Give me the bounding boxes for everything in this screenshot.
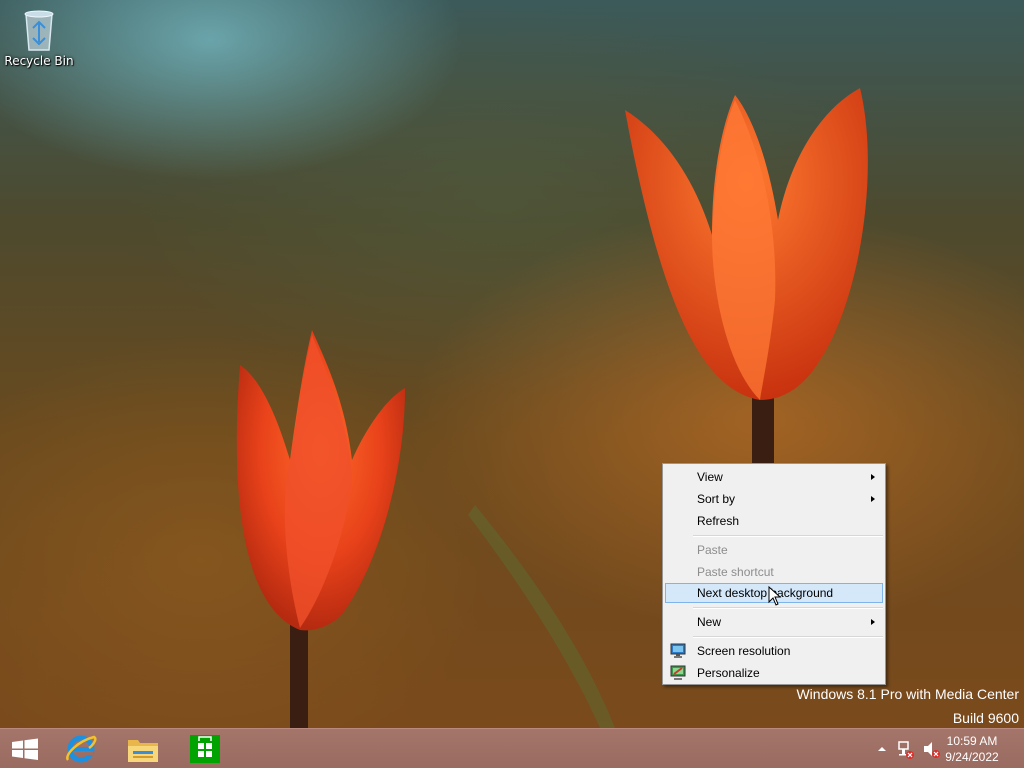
clock-time: 10:59 AM (946, 734, 998, 748)
store-button[interactable] (180, 729, 230, 769)
menu-separator (693, 607, 883, 609)
show-hidden-icons-icon (878, 747, 886, 751)
display-icon (670, 643, 686, 658)
clock[interactable]: 10:59 AM 9/24/2022 (932, 733, 1012, 765)
menu-separator (693, 535, 883, 537)
menu-item-new-label: New (697, 615, 722, 629)
menu-item-paste-shortcut-label: Paste shortcut (697, 565, 774, 579)
menu-item-paste[interactable]: Paste (665, 540, 883, 560)
recycle-bin-icon (24, 10, 54, 51)
menu-separator (693, 636, 883, 638)
desktop[interactable]: Recycle Bin Windows 8.1 Pro with Media C… (0, 0, 1024, 728)
show-hidden-icons-button[interactable] (872, 729, 892, 769)
file-explorer-button[interactable] (118, 729, 168, 769)
clock-date: 9/24/2022 (945, 750, 999, 764)
menu-item-sort-by[interactable]: Sort by (665, 489, 883, 509)
submenu-arrow-icon (871, 496, 875, 502)
start-button[interactable] (0, 729, 50, 769)
menu-item-view-label: View (697, 470, 723, 484)
menu-item-next-desktop-background-label: Next desktop background (697, 586, 834, 600)
windows-logo-icon (12, 738, 38, 760)
menu-item-refresh[interactable]: Refresh (665, 511, 883, 531)
menu-item-personalize-label: Personalize (697, 666, 760, 680)
taskbar: 10:59 AM 9/24/2022 (0, 728, 1024, 768)
network-tray-button[interactable] (895, 729, 917, 769)
mouse-pointer-icon (768, 586, 782, 606)
menu-item-refresh-label: Refresh (697, 514, 740, 528)
submenu-arrow-icon (871, 619, 875, 625)
desktop-context-menu: View Sort by Refresh Paste Paste shortcu… (662, 463, 886, 685)
menu-item-screen-resolution-label: Screen resolution (697, 644, 791, 658)
menu-item-paste-label: Paste (697, 543, 728, 557)
windows-edition-watermark: Windows 8.1 Pro with Media Center (796, 686, 1019, 702)
menu-item-screen-resolution[interactable]: Screen resolution (665, 641, 883, 661)
menu-item-paste-shortcut[interactable]: Paste shortcut (665, 562, 883, 582)
file-explorer-icon (128, 740, 158, 762)
recycle-bin-shortcut[interactable]: Recycle Bin (4, 6, 74, 68)
internet-explorer-button[interactable] (56, 729, 106, 769)
menu-item-sort-by-label: Sort by (697, 492, 736, 506)
personalize-icon (670, 665, 686, 680)
menu-item-personalize[interactable]: Personalize (665, 663, 883, 683)
submenu-arrow-icon (871, 474, 875, 480)
build-number-watermark: Build 9600 (952, 710, 1019, 726)
menu-item-view[interactable]: View (665, 467, 883, 487)
menu-item-new[interactable]: New (665, 612, 883, 632)
network-error-icon (898, 741, 914, 759)
internet-explorer-icon (66, 735, 97, 763)
recycle-bin-label: Recycle Bin (4, 54, 74, 68)
store-icon (190, 735, 220, 763)
